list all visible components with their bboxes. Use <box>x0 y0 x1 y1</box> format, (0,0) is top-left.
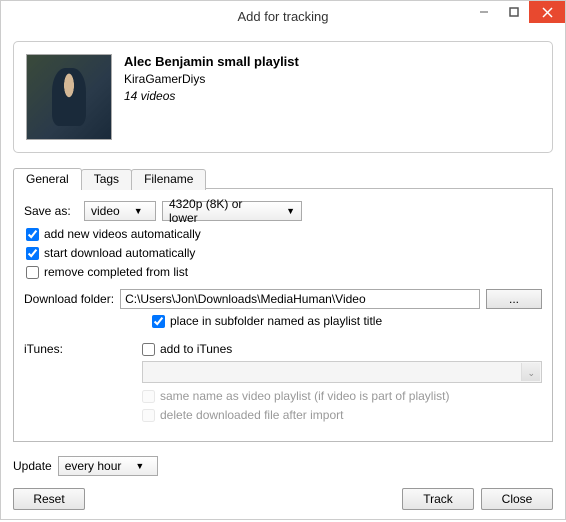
same-name-label: same name as video playlist (if video is… <box>160 389 449 403</box>
download-folder-label: Download folder: <box>24 292 114 306</box>
quality-select[interactable]: 4320p (8K) or lower ▼ <box>162 201 302 221</box>
start-download-auto-label: start download automatically <box>44 246 195 260</box>
minimize-button[interactable] <box>469 1 499 23</box>
add-to-itunes-checkbox[interactable] <box>142 343 155 356</box>
playlist-card: Alec Benjamin small playlist KiraGamerDi… <box>13 41 553 153</box>
add-new-auto-checkbox[interactable] <box>26 228 39 241</box>
playlist-title: Alec Benjamin small playlist <box>124 54 299 69</box>
window-title: Add for tracking <box>237 9 328 24</box>
delete-after-import-label: delete downloaded file after import <box>160 408 343 422</box>
save-as-label: Save as: <box>24 204 84 218</box>
tab-filename[interactable]: Filename <box>131 169 206 190</box>
track-button[interactable]: Track <box>402 488 474 510</box>
subfolder-checkbox[interactable] <box>152 315 165 328</box>
same-name-checkbox <box>142 390 155 403</box>
browse-button[interactable]: ... <box>486 289 542 309</box>
tab-tags[interactable]: Tags <box>81 169 132 190</box>
itunes-playlist-select: ⌄ <box>142 361 542 383</box>
start-download-auto-checkbox[interactable] <box>26 247 39 260</box>
window-controls <box>469 1 565 23</box>
close-button[interactable]: Close <box>481 488 553 510</box>
add-to-itunes-label: add to iTunes <box>160 342 232 356</box>
chevron-down-icon: ▼ <box>135 461 144 471</box>
chevron-down-icon: ▼ <box>134 206 143 216</box>
download-folder-input[interactable] <box>120 289 480 309</box>
add-new-auto-label: add new videos automatically <box>44 227 201 241</box>
titlebar: Add for tracking <box>1 1 565 31</box>
maximize-icon <box>509 7 519 17</box>
tab-panel-general: Save as: video ▼ 4320p (8K) or lower ▼ a… <box>13 188 553 442</box>
remove-completed-label: remove completed from list <box>44 265 188 279</box>
remove-completed-checkbox[interactable] <box>26 266 39 279</box>
chevron-down-icon: ▼ <box>286 206 295 216</box>
update-select-value: every hour <box>65 459 122 473</box>
update-label: Update <box>13 459 52 473</box>
itunes-label: iTunes: <box>24 342 142 427</box>
tab-general[interactable]: General <box>13 168 82 189</box>
chevron-down-icon: ⌄ <box>527 368 535 379</box>
format-select[interactable]: video ▼ <box>84 201 156 221</box>
playlist-thumbnail <box>26 54 112 140</box>
minimize-icon <box>479 7 489 17</box>
subfolder-label: place in subfolder named as playlist tit… <box>170 314 382 328</box>
reset-button[interactable]: Reset <box>13 488 85 510</box>
format-select-value: video <box>91 204 120 218</box>
close-icon <box>542 7 553 18</box>
quality-select-value: 4320p (8K) or lower <box>169 197 272 225</box>
update-select[interactable]: every hour ▼ <box>58 456 158 476</box>
close-window-button[interactable] <box>529 1 565 23</box>
tabs: General Tags Filename <box>13 167 553 188</box>
playlist-author: KiraGamerDiys <box>124 72 299 86</box>
playlist-count: 14 videos <box>124 89 299 103</box>
delete-after-import-checkbox <box>142 409 155 422</box>
playlist-meta: Alec Benjamin small playlist KiraGamerDi… <box>124 54 299 140</box>
maximize-button[interactable] <box>499 1 529 23</box>
